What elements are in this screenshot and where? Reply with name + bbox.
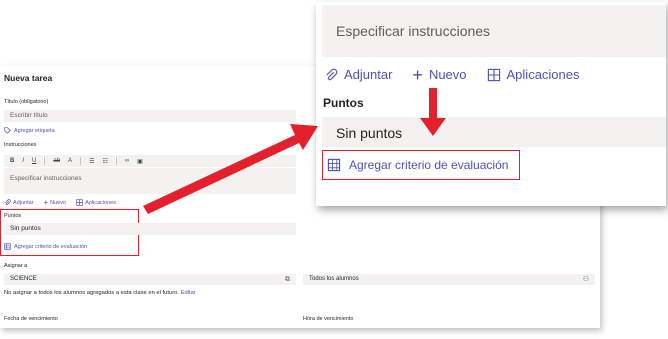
edit-link[interactable]: Editar (181, 290, 196, 296)
attach-button[interactable]: Adjuntar (4, 198, 34, 207)
zoom-attachments-row: Adjuntar + Nuevo Aplicaciones (324, 64, 580, 85)
zoom-points-select[interactable]: Sin puntos (322, 117, 666, 147)
underline-icon[interactable]: U (32, 158, 36, 164)
points-select[interactable]: Sin puntos (4, 223, 296, 235)
apps-button[interactable]: Aplicaciones (76, 198, 116, 207)
zoom-apps-label: Aplicaciones (506, 67, 580, 82)
zoom-new-label: Nuevo (428, 67, 467, 82)
paperclip-icon (326, 68, 338, 80)
paperclip-icon (5, 199, 11, 206)
assign-notice-text: No asignar a todos los alumnos agregados… (4, 290, 179, 296)
zoom-attach-label: Adjuntar (344, 67, 393, 82)
bold-icon[interactable]: B (10, 158, 14, 164)
due-date-label: Fecha de vencimiento (4, 316, 58, 322)
assign-notice: No asignar a todos los alumnos agregados… (4, 290, 196, 296)
toolbar-divider (44, 157, 46, 165)
plus-icon: + (412, 64, 423, 85)
attach-label: Adjuntar (13, 199, 34, 206)
new-label: Nuevo (50, 199, 67, 206)
italic-icon[interactable]: I (22, 158, 24, 164)
students-select[interactable]: Todos los alumnos ⚇ (303, 274, 595, 285)
zoom-points-label: Puntos (323, 96, 364, 110)
bullet-list-icon[interactable]: ☰ (89, 158, 94, 165)
copy-icon[interactable]: ⧉ (285, 274, 290, 285)
zoom-new-button[interactable]: + Nuevo (412, 64, 467, 85)
strikethrough-icon[interactable]: ab (53, 158, 60, 164)
apps-icon (76, 199, 83, 206)
toolbar-divider (115, 157, 117, 165)
form-title: Nueva tarea (4, 73, 53, 83)
students-value: Todos los alumnos (309, 276, 359, 282)
pointer-arrow-icon (143, 124, 318, 214)
grid-icon (4, 243, 11, 250)
class-value: SCIENCE (10, 276, 37, 282)
apps-icon (487, 68, 500, 81)
people-settings-icon[interactable]: ⚇ (583, 274, 589, 285)
zoom-instructions-input[interactable]: Especificar instrucciones (322, 5, 666, 57)
class-select[interactable]: SCIENCE ⧉ (4, 274, 296, 285)
link-icon[interactable]: ∞ (125, 158, 129, 164)
new-button[interactable]: + Nuevo (44, 198, 67, 207)
zoom-apps-button[interactable]: Aplicaciones (487, 67, 580, 82)
points-label: Puntos (4, 213, 22, 219)
toolbar-divider (80, 157, 82, 165)
grid-icon (327, 158, 341, 172)
numbered-list-icon[interactable]: ☷ (102, 158, 107, 165)
add-rubric-link[interactable]: Agregar criterio de evaluación (4, 243, 87, 250)
assign-label: Asignar a (4, 263, 28, 269)
zoom-add-rubric-button[interactable]: Agregar criterio de evaluación (322, 150, 520, 180)
zoom-attach-button[interactable]: Adjuntar (324, 67, 392, 82)
add-rubric-label: Agregar criterio de evaluación (14, 243, 88, 250)
plus-icon: + (43, 198, 49, 207)
highlight-icon[interactable]: A (68, 158, 72, 164)
instructions-label: Instrucciones (4, 142, 37, 148)
apps-label: Aplicaciones (85, 199, 116, 206)
due-time-label: Hora de vencimiento (303, 316, 354, 322)
attachments-row: Adjuntar + Nuevo Aplicaciones (4, 198, 116, 207)
down-arrow-icon (420, 88, 446, 136)
zoom-add-rubric-label: Agregar criterio de evaluación (349, 158, 509, 172)
add-tag-label: Agregar etiqueta (14, 127, 55, 134)
zoom-callout-panel: Especificar instrucciones Adjuntar + Nue… (316, 2, 666, 206)
title-label: Título (obligatorio) (4, 99, 49, 105)
add-tag-link[interactable]: Agregar etiqueta (4, 127, 55, 134)
tag-icon (4, 127, 11, 134)
